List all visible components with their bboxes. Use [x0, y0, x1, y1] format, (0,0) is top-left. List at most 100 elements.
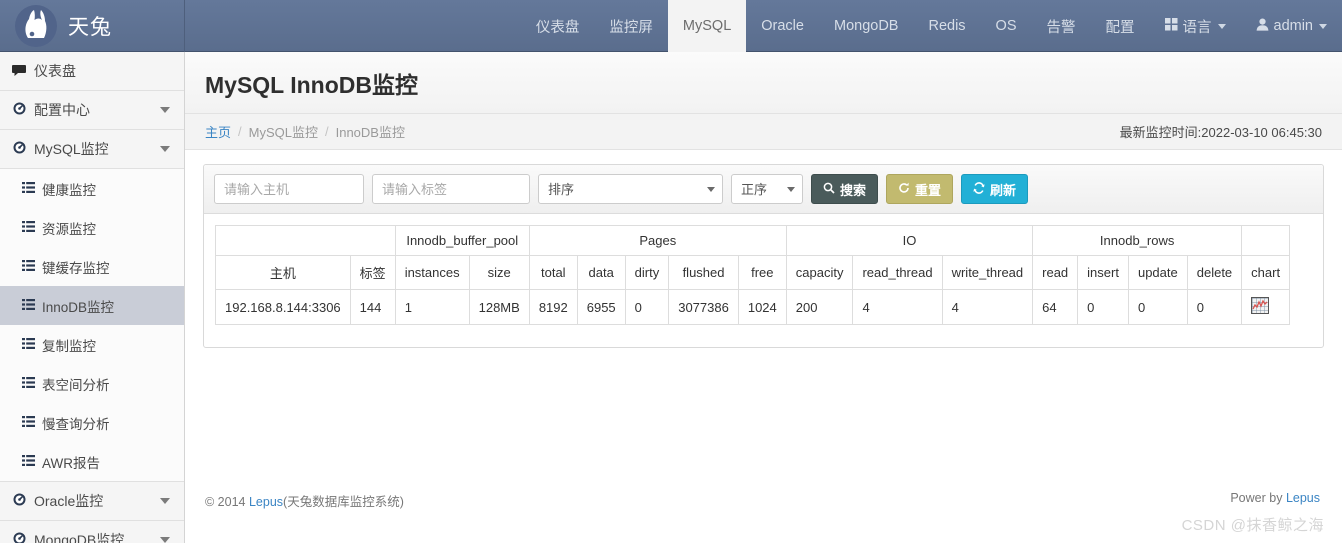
- breadcrumb-home[interactable]: 主页: [205, 122, 231, 141]
- power-link[interactable]: Lepus: [1286, 491, 1320, 505]
- table-body: 192.168.8.144:3306 144 1 128MB 8192 6955…: [215, 289, 1291, 325]
- col-size[interactable]: size: [468, 255, 530, 290]
- col-tag[interactable]: 标签: [349, 255, 396, 290]
- nav-item-dashboard[interactable]: 仪表盘: [521, 0, 595, 52]
- list-icon: [22, 454, 42, 469]
- content-area: MySQL InnoDB监控 主页 / MySQL监控 / InnoDB监控 最…: [185, 52, 1342, 543]
- col-flushed[interactable]: flushed: [668, 255, 739, 290]
- app-root: 天兔 仪表盘 监控屏 MySQL Oracle MongoDB Redis OS…: [0, 0, 1342, 543]
- group-header-pages: Pages: [528, 225, 787, 256]
- nav-item-os[interactable]: OS: [981, 0, 1032, 52]
- col-free[interactable]: free: [737, 255, 787, 290]
- sidebar-subitem-label: 健康监控: [42, 182, 96, 198]
- nav-item-redis[interactable]: Redis: [913, 0, 980, 52]
- sidebar-item-key-cache-monitor[interactable]: 键缓存监控: [0, 247, 184, 286]
- group-header-blank-left: [215, 225, 396, 256]
- sidebar-item-innodb-monitor[interactable]: InnoDB监控: [0, 286, 184, 325]
- cell-total: 8192: [528, 289, 578, 325]
- host-input[interactable]: [214, 174, 364, 204]
- reset-button[interactable]: 重置: [886, 174, 954, 204]
- magnifier-icon: [823, 182, 835, 197]
- sidebar-item-mongodb-monitor[interactable]: MongoDB监控: [0, 521, 184, 543]
- col-read-thread[interactable]: read_thread: [852, 255, 943, 290]
- col-dirty[interactable]: dirty: [624, 255, 670, 290]
- sidebar-item-label: 配置中心: [34, 102, 90, 118]
- dashboard-gauge-icon: [12, 493, 30, 509]
- sidebar-item-oracle-monitor[interactable]: Oracle监控: [0, 482, 184, 521]
- nav-item-oracle[interactable]: Oracle: [746, 0, 819, 52]
- table-row: 192.168.8.144:3306 144 1 128MB 8192 6955…: [215, 289, 1291, 325]
- cell-dirty: 0: [624, 289, 670, 325]
- nav-label: MongoDB: [833, 18, 899, 34]
- cell-chart[interactable]: [1241, 289, 1291, 325]
- order-select[interactable]: 正序: [731, 174, 803, 204]
- user-icon: [1256, 18, 1269, 35]
- sidebar-submenu-mysql: 健康监控 资源监控 键缓存监控 InnoDB监控 复制监控 表空间分析 慢查询分…: [0, 169, 184, 482]
- sidebar-item-slow-query-analysis[interactable]: 慢查询分析: [0, 403, 184, 442]
- cell-flushed: 3077386: [668, 289, 739, 325]
- sidebar-item-mysql-monitor[interactable]: MySQL监控: [0, 130, 184, 169]
- cell-update: 0: [1127, 289, 1188, 325]
- col-chart[interactable]: chart: [1241, 255, 1291, 290]
- brand[interactable]: 天兔: [0, 0, 185, 52]
- chevron-down-icon: [160, 498, 170, 504]
- search-button[interactable]: 搜索: [811, 174, 879, 204]
- nav-item-user[interactable]: admin: [1241, 0, 1342, 52]
- nav-item-alarm[interactable]: 告警: [1032, 0, 1091, 52]
- col-insert[interactable]: insert: [1077, 255, 1129, 290]
- chevron-down-icon: [160, 537, 170, 543]
- col-total[interactable]: total: [528, 255, 578, 290]
- chevron-down-icon: [1217, 23, 1226, 29]
- mini-chart-icon[interactable]: [1251, 297, 1270, 314]
- sidebar-item-replication-monitor[interactable]: 复制监控: [0, 325, 184, 364]
- nav-item-language[interactable]: 语言: [1150, 0, 1241, 52]
- table-head: Innodb_buffer_pool Pages IO Innodb_rows …: [215, 225, 1291, 290]
- copyright-link[interactable]: Lepus: [249, 495, 283, 509]
- nav-label: 仪表盘: [535, 19, 580, 36]
- sidebar-item-config-center[interactable]: 配置中心: [0, 91, 184, 130]
- nav-label: 监控屏: [609, 19, 653, 36]
- breadcrumb: 主页 / MySQL监控 / InnoDB监控: [205, 122, 405, 141]
- col-update[interactable]: update: [1127, 255, 1188, 290]
- sort-select-wrap: 排序: [538, 174, 723, 204]
- nav-label: OS: [995, 18, 1017, 34]
- nav-item-mysql[interactable]: MySQL: [667, 0, 747, 52]
- nav-label: Oracle: [761, 18, 804, 34]
- cell-free: 1024: [737, 289, 787, 325]
- col-write-thread[interactable]: write_thread: [941, 255, 1034, 290]
- sidebar-item-tablespace-analysis[interactable]: 表空间分析: [0, 364, 184, 403]
- col-data[interactable]: data: [576, 255, 626, 290]
- col-delete[interactable]: delete: [1186, 255, 1243, 290]
- sidebar-subitem-label: 键缓存监控: [42, 260, 110, 276]
- list-icon: [22, 337, 42, 352]
- footer-power: Power by Lepus: [1230, 491, 1320, 505]
- sidebar-item-resource-monitor[interactable]: 资源监控: [0, 208, 184, 247]
- col-capacity[interactable]: capacity: [785, 255, 854, 290]
- sidebar-subitem-label: 表空间分析: [42, 377, 110, 393]
- group-header-innodb-rows: Innodb_rows: [1032, 225, 1243, 256]
- sidebar-item-dashboard[interactable]: 仪表盘: [0, 52, 184, 91]
- table-group-header-row: Innodb_buffer_pool Pages IO Innodb_rows: [215, 225, 1291, 256]
- col-read[interactable]: read: [1032, 255, 1079, 290]
- refresh-icon: [898, 182, 910, 197]
- reset-button-label: 重置: [915, 182, 942, 198]
- brand-text: 天兔: [68, 15, 112, 39]
- breadcrumb-parent[interactable]: MySQL监控: [249, 122, 318, 141]
- nav-item-monitor-screen[interactable]: 监控屏: [594, 0, 668, 52]
- sidebar-item-health-monitor[interactable]: 健康监控: [0, 169, 184, 208]
- sidebar-item-awr-report[interactable]: AWR报告: [0, 442, 184, 481]
- innodb-panel: 排序 正序 搜索: [203, 164, 1324, 348]
- innodb-table: Innodb_buffer_pool Pages IO Innodb_rows …: [215, 225, 1291, 325]
- nav-label: 配置: [1105, 19, 1135, 36]
- refresh-button[interactable]: 刷新: [961, 174, 1029, 204]
- nav-item-mongodb[interactable]: MongoDB: [819, 0, 913, 52]
- tag-input[interactable]: [372, 174, 530, 204]
- col-instances[interactable]: instances: [394, 255, 470, 290]
- cell-tag: 144: [349, 289, 396, 325]
- sidebar-subitem-label: InnoDB监控: [42, 299, 115, 315]
- grid-squares-icon: [1164, 17, 1178, 35]
- page-title: MySQL InnoDB监控: [205, 71, 418, 98]
- nav-item-config[interactable]: 配置: [1091, 0, 1150, 52]
- sort-select[interactable]: 排序: [538, 174, 723, 204]
- col-host[interactable]: 主机: [215, 255, 351, 290]
